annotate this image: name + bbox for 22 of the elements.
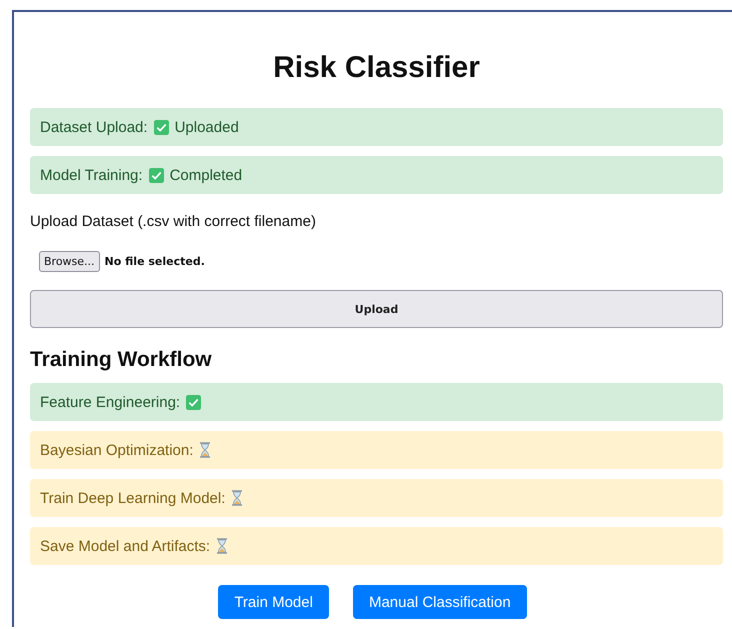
page-title: Risk Classifier <box>272 50 481 86</box>
check-icon <box>186 394 202 410</box>
upload-button[interactable]: Upload <box>30 290 723 328</box>
action-button[interactable]: Train Model <box>218 585 329 619</box>
status-label: Dataset Upload: <box>40 118 148 136</box>
hourglass-icon <box>231 490 244 506</box>
browse-button[interactable]: Browse... <box>39 251 100 272</box>
status-value: Completed <box>170 166 242 184</box>
section-heading: Training Workflow <box>30 347 213 373</box>
step-label: Save Model and Artifacts: <box>40 538 210 554</box>
upload-label: Upload Dataset (.csv with correct filename) <box>30 213 317 231</box>
status-value: Uploaded <box>174 118 239 136</box>
check-icon <box>154 120 169 134</box>
file-status: No file selected. <box>104 255 205 268</box>
hourglass-icon <box>199 442 212 458</box>
status-label: Model Training: <box>40 166 143 184</box>
action-button[interactable]: Manual Classification <box>352 585 527 619</box>
check-icon <box>148 168 164 182</box>
hourglass-icon <box>216 538 228 554</box>
step-label: Bayesian Optimization: <box>40 442 194 458</box>
step-label: Train Deep Learning Model: <box>40 490 226 506</box>
step-label: Feature Engineering: <box>40 394 180 410</box>
